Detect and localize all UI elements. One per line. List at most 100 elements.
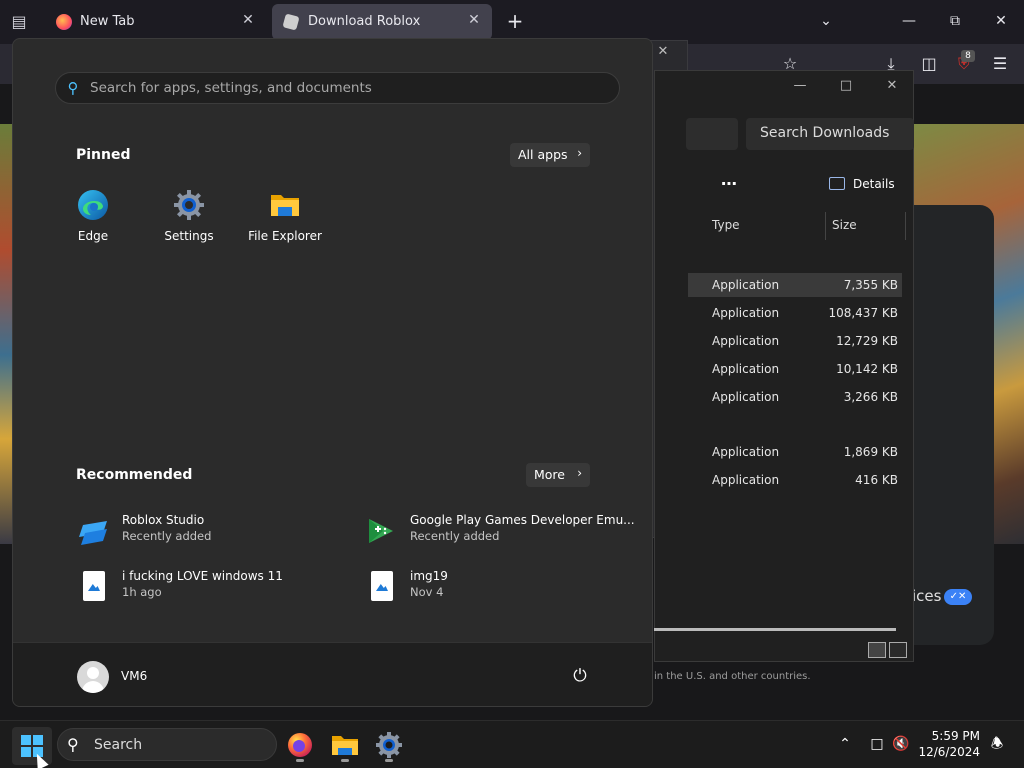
extensions-icon[interactable]: ◫	[918, 53, 940, 75]
services-text: ices	[912, 587, 942, 605]
network-icon[interactable]: □	[866, 733, 888, 755]
start-search-input[interactable]: ⚲ Search for apps, settings, and documen…	[55, 72, 620, 104]
power-icon[interactable]: ⏻	[569, 665, 591, 687]
tab-label: Download Roblox	[308, 14, 421, 29]
all-apps-button[interactable]: All apps ›	[510, 143, 590, 167]
row-size: 416 KB	[855, 473, 898, 487]
row-size: 108,437 KB	[828, 306, 898, 320]
recommended-name: Roblox Studio	[122, 513, 205, 527]
folder-icon	[332, 736, 358, 755]
details-pane-icon[interactable]	[829, 177, 845, 190]
recommended-item[interactable]: i fucking LOVE windows 11 1h ago	[77, 567, 347, 607]
recommended-subtitle: Nov 4	[410, 585, 444, 599]
download-row[interactable]: Application 1,869 KB	[688, 440, 902, 464]
row-size: 3,266 KB	[843, 390, 898, 404]
more-label: More	[534, 467, 565, 482]
settings-gear-icon	[376, 732, 402, 758]
recommended-item[interactable]: Google Play Games Developer Emu... Recen…	[365, 511, 635, 551]
download-row[interactable]: Application 3,266 KB	[688, 385, 902, 409]
image-file-icon	[365, 571, 397, 603]
firefox-icon	[56, 14, 72, 30]
pinned-app-settings[interactable]: Settings	[141, 189, 237, 249]
row-size: 1,869 KB	[843, 445, 898, 459]
download-row[interactable]: Application 108,437 KB	[688, 301, 902, 325]
roblox-studio-icon	[77, 515, 109, 547]
taskbar: ⚲ Search ⌃ □ 🔇 5:59 PM 12/6/2024 🕭	[0, 720, 1024, 768]
start-menu: ⚲ Search for apps, settings, and documen…	[12, 38, 653, 707]
user-avatar[interactable]	[77, 661, 109, 693]
row-size: 12,729 KB	[836, 334, 898, 348]
close-icon[interactable]: ✕	[240, 12, 256, 30]
tab-label: New Tab	[80, 14, 135, 29]
recommended-name: i fucking LOVE windows 11	[122, 569, 283, 583]
chevron-right-icon: ›	[577, 146, 582, 160]
taskbar-app-file-explorer[interactable]	[329, 729, 361, 762]
verified-check-icon: ✓✕	[944, 589, 972, 605]
tab-new-tab[interactable]: New Tab ✕	[44, 4, 266, 40]
edge-icon	[77, 189, 109, 221]
large-icons-view-icon[interactable]	[889, 642, 907, 658]
user-name[interactable]: VM6	[121, 669, 147, 683]
start-menu-footer: VM6 ⏻	[13, 642, 652, 706]
recommended-item[interactable]: Roblox Studio Recently added	[77, 511, 347, 551]
downloads-search-input[interactable]: Search Downloads	[746, 118, 914, 150]
close-icon[interactable]: ✕	[466, 12, 482, 30]
folder-icon	[269, 189, 301, 221]
plus-icon[interactable]: +	[504, 10, 526, 32]
minimize-icon[interactable]: —	[789, 77, 811, 95]
download-row[interactable]: Application 416 KB	[688, 468, 902, 492]
row-type: Application	[712, 334, 780, 348]
row-size: 10,142 KB	[836, 362, 898, 376]
recommended-item[interactable]: img19 Nov 4	[365, 567, 635, 607]
taskbar-search-box[interactable]: ⚲ Search	[57, 728, 277, 761]
download-row[interactable]: Application 12,729 KB	[688, 329, 902, 353]
settings-gear-icon	[173, 189, 205, 221]
footer-text: in the U.S. and other countries.	[654, 671, 811, 682]
horizontal-scrollbar[interactable]	[654, 628, 896, 631]
image-file-icon	[77, 571, 109, 603]
row-type: Application	[712, 473, 780, 487]
clock-time[interactable]: 5:59 PM	[918, 729, 980, 743]
menu-icon[interactable]: ☰	[989, 53, 1011, 75]
firefox-icon	[288, 733, 312, 757]
maximize-icon[interactable]: □	[835, 77, 857, 95]
pinned-app-label: Settings	[164, 229, 214, 243]
recommended-subtitle: Recently added	[122, 529, 212, 543]
details-button[interactable]: Details	[853, 177, 895, 191]
pinned-app-edge[interactable]: Edge	[45, 189, 141, 249]
row-type: Application	[712, 390, 780, 404]
minimize-icon[interactable]: —	[896, 10, 922, 32]
window-close-icon[interactable]: ✕	[988, 10, 1014, 32]
download-row[interactable]: Application 10,142 KB	[688, 357, 902, 381]
search-icon: ⚲	[67, 79, 79, 97]
chevron-up-icon[interactable]: ⌃	[834, 733, 856, 755]
download-row[interactable]: Application 7,355 KB	[688, 273, 902, 297]
recommended-title: Recommended	[76, 467, 193, 483]
pinned-app-file-explorer[interactable]: File Explorer	[237, 189, 333, 249]
column-header-type[interactable]: Type	[706, 212, 826, 240]
chevron-right-icon: ›	[577, 466, 582, 480]
recommended-name: Google Play Games Developer Emu...	[410, 513, 635, 527]
clock-date[interactable]: 12/6/2024	[918, 745, 980, 759]
tab-download-roblox[interactable]: Download Roblox ✕	[272, 4, 492, 40]
volume-muted-icon[interactable]: 🔇	[890, 733, 912, 755]
row-size: 7,355 KB	[843, 278, 898, 292]
downloads-toolbar-field[interactable]	[686, 118, 738, 150]
row-type: Application	[712, 306, 780, 320]
close-icon[interactable]: ✕	[881, 77, 903, 95]
more-button[interactable]: More ›	[526, 463, 590, 487]
close-icon[interactable]: ✕	[654, 44, 672, 62]
taskbar-app-firefox[interactable]	[284, 729, 316, 762]
more-options-icon[interactable]: ⋯	[716, 174, 742, 194]
restore-icon[interactable]: ⧉	[942, 10, 968, 32]
tab-list-icon[interactable]: ▤	[8, 12, 30, 32]
ublock-badge: 8	[961, 50, 975, 62]
notification-bell-icon[interactable]: 🕭	[986, 733, 1008, 755]
column-header-size[interactable]: Size	[826, 212, 906, 240]
taskbar-app-settings[interactable]	[373, 729, 405, 762]
recommended-subtitle: 1h ago	[122, 585, 162, 599]
pinned-title: Pinned	[76, 147, 131, 163]
recommended-name: img19	[410, 569, 448, 583]
details-view-icon[interactable]	[868, 642, 886, 658]
chevron-down-icon[interactable]: ⌄	[814, 10, 838, 32]
